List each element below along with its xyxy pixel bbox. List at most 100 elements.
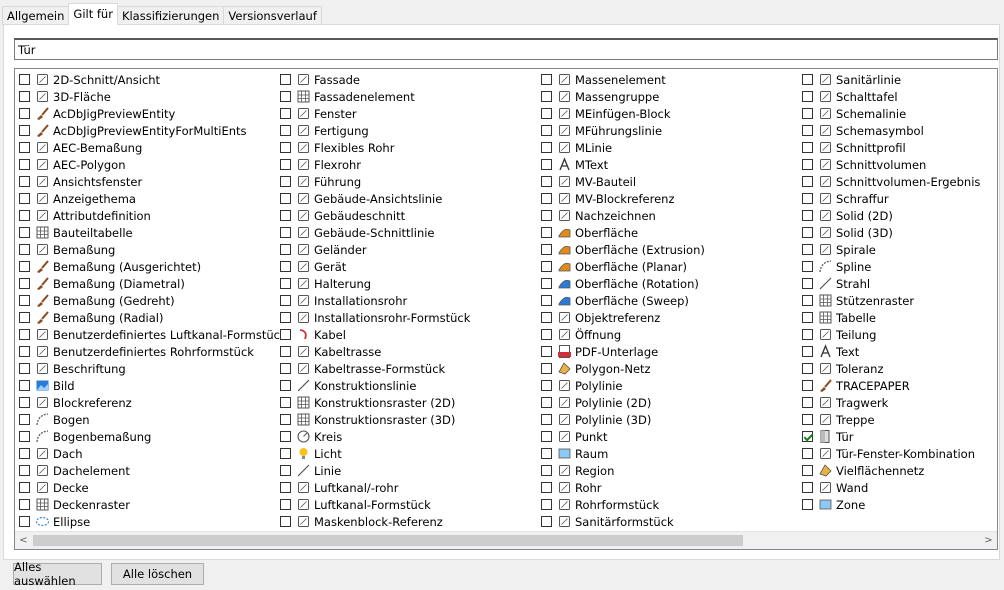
- item-checkbox[interactable]: [802, 346, 813, 357]
- scroll-left-arrow[interactable]: <: [15, 532, 32, 549]
- list-item[interactable]: MText: [541, 156, 705, 173]
- item-checkbox[interactable]: [19, 108, 30, 119]
- list-item[interactable]: Fertigung: [280, 122, 470, 139]
- list-item[interactable]: Konstruktionslinie: [280, 377, 470, 394]
- list-item[interactable]: Rohr: [541, 479, 705, 496]
- list-item[interactable]: Gerät: [280, 258, 470, 275]
- item-checkbox[interactable]: [541, 210, 552, 221]
- item-checkbox[interactable]: [19, 193, 30, 204]
- item-checkbox[interactable]: [541, 91, 552, 102]
- item-checkbox[interactable]: [19, 244, 30, 255]
- list-item[interactable]: Zone: [802, 496, 980, 513]
- list-item[interactable]: Bemaßung (Gedreht): [19, 292, 287, 309]
- list-item[interactable]: Strahl: [802, 275, 980, 292]
- list-item[interactable]: Spline: [802, 258, 980, 275]
- item-checkbox[interactable]: [802, 227, 813, 238]
- list-item[interactable]: Tabelle: [802, 309, 980, 326]
- item-checkbox[interactable]: [280, 159, 291, 170]
- list-item[interactable]: Decke: [19, 479, 287, 496]
- item-checkbox[interactable]: [280, 499, 291, 510]
- list-item[interactable]: Fassadenelement: [280, 88, 470, 105]
- list-item[interactable]: Schemasymbol: [802, 122, 980, 139]
- list-item[interactable]: Attributdefinition: [19, 207, 287, 224]
- item-checkbox[interactable]: [541, 431, 552, 442]
- list-item[interactable]: Schalttafel: [802, 88, 980, 105]
- tab-klassifizierungen[interactable]: Klassifizierungen: [116, 6, 225, 25]
- list-item[interactable]: Kreis: [280, 428, 470, 445]
- list-item[interactable]: TRACEPAPER: [802, 377, 980, 394]
- item-checkbox[interactable]: [280, 193, 291, 204]
- item-checkbox[interactable]: [19, 499, 30, 510]
- item-checkbox[interactable]: [541, 312, 552, 323]
- list-item[interactable]: Bemaßung: [19, 241, 287, 258]
- item-checkbox[interactable]: [802, 159, 813, 170]
- item-checkbox[interactable]: [541, 227, 552, 238]
- item-checkbox[interactable]: [280, 312, 291, 323]
- item-checkbox[interactable]: [541, 329, 552, 340]
- list-item[interactable]: MLinie: [541, 139, 705, 156]
- list-item[interactable]: Wand: [802, 479, 980, 496]
- tab-allgemein[interactable]: Allgemein: [2, 6, 70, 25]
- item-checkbox[interactable]: [19, 329, 30, 340]
- item-checkbox[interactable]: [541, 380, 552, 391]
- item-checkbox[interactable]: [280, 261, 291, 272]
- list-item[interactable]: Oberfläche (Sweep): [541, 292, 705, 309]
- item-checkbox[interactable]: [280, 125, 291, 136]
- item-checkbox[interactable]: [541, 465, 552, 476]
- item-checkbox[interactable]: [802, 295, 813, 306]
- list-item[interactable]: Öffnung: [541, 326, 705, 343]
- list-item[interactable]: MV-Blockreferenz: [541, 190, 705, 207]
- scroll-right-arrow[interactable]: >: [980, 532, 997, 549]
- item-checkbox[interactable]: [19, 295, 30, 306]
- list-item[interactable]: Bemaßung (Ausgerichtet): [19, 258, 287, 275]
- item-checkbox[interactable]: [19, 448, 30, 459]
- item-checkbox[interactable]: [280, 108, 291, 119]
- list-item[interactable]: Polylinie: [541, 377, 705, 394]
- item-checkbox[interactable]: [802, 312, 813, 323]
- list-item[interactable]: Sanitärformstück: [541, 513, 705, 530]
- item-checkbox[interactable]: [280, 448, 291, 459]
- item-checkbox[interactable]: [280, 363, 291, 374]
- list-item[interactable]: Nachzeichnen: [541, 207, 705, 224]
- list-item[interactable]: Vielflächennetz: [802, 462, 980, 479]
- list-item[interactable]: Schraffur: [802, 190, 980, 207]
- list-item[interactable]: Dach: [19, 445, 287, 462]
- list-item[interactable]: Installationsrohr: [280, 292, 470, 309]
- item-checkbox[interactable]: [19, 159, 30, 170]
- list-item[interactable]: AEC-Polygon: [19, 156, 287, 173]
- item-checkbox[interactable]: [802, 414, 813, 425]
- item-checkbox[interactable]: [802, 108, 813, 119]
- item-checkbox[interactable]: [19, 176, 30, 187]
- list-item[interactable]: Konstruktionsraster (2D): [280, 394, 470, 411]
- item-checkbox[interactable]: [541, 176, 552, 187]
- item-checkbox[interactable]: [802, 193, 813, 204]
- list-item[interactable]: Schnittprofil: [802, 139, 980, 156]
- list-item[interactable]: Region: [541, 462, 705, 479]
- list-item[interactable]: Oberfläche (Planar): [541, 258, 705, 275]
- list-item[interactable]: Massenelement: [541, 71, 705, 88]
- list-item[interactable]: Licht: [280, 445, 470, 462]
- list-item[interactable]: Teilung: [802, 326, 980, 343]
- item-checkbox[interactable]: [19, 431, 30, 442]
- item-checkbox[interactable]: [802, 448, 813, 459]
- list-item[interactable]: Oberfläche (Extrusion): [541, 241, 705, 258]
- item-checkbox[interactable]: [280, 346, 291, 357]
- item-checkbox[interactable]: [802, 91, 813, 102]
- item-checkbox[interactable]: [802, 329, 813, 340]
- item-checkbox[interactable]: [541, 414, 552, 425]
- list-item[interactable]: Oberfläche: [541, 224, 705, 241]
- item-checkbox[interactable]: [280, 244, 291, 255]
- list-item[interactable]: Tür-Fenster-Kombination: [802, 445, 980, 462]
- item-checkbox[interactable]: [280, 91, 291, 102]
- item-checkbox[interactable]: [19, 346, 30, 357]
- item-checkbox[interactable]: [19, 363, 30, 374]
- list-item[interactable]: Benutzerdefiniertes Rohrformstück: [19, 343, 287, 360]
- list-item[interactable]: Text: [802, 343, 980, 360]
- item-checkbox[interactable]: [280, 431, 291, 442]
- item-checkbox[interactable]: [541, 346, 552, 357]
- list-item[interactable]: Polygon-Netz: [541, 360, 705, 377]
- list-item[interactable]: Luftkanal-Formstück: [280, 496, 470, 513]
- item-checkbox[interactable]: [19, 125, 30, 136]
- item-checkbox[interactable]: [280, 380, 291, 391]
- list-item[interactable]: Schemalinie: [802, 105, 980, 122]
